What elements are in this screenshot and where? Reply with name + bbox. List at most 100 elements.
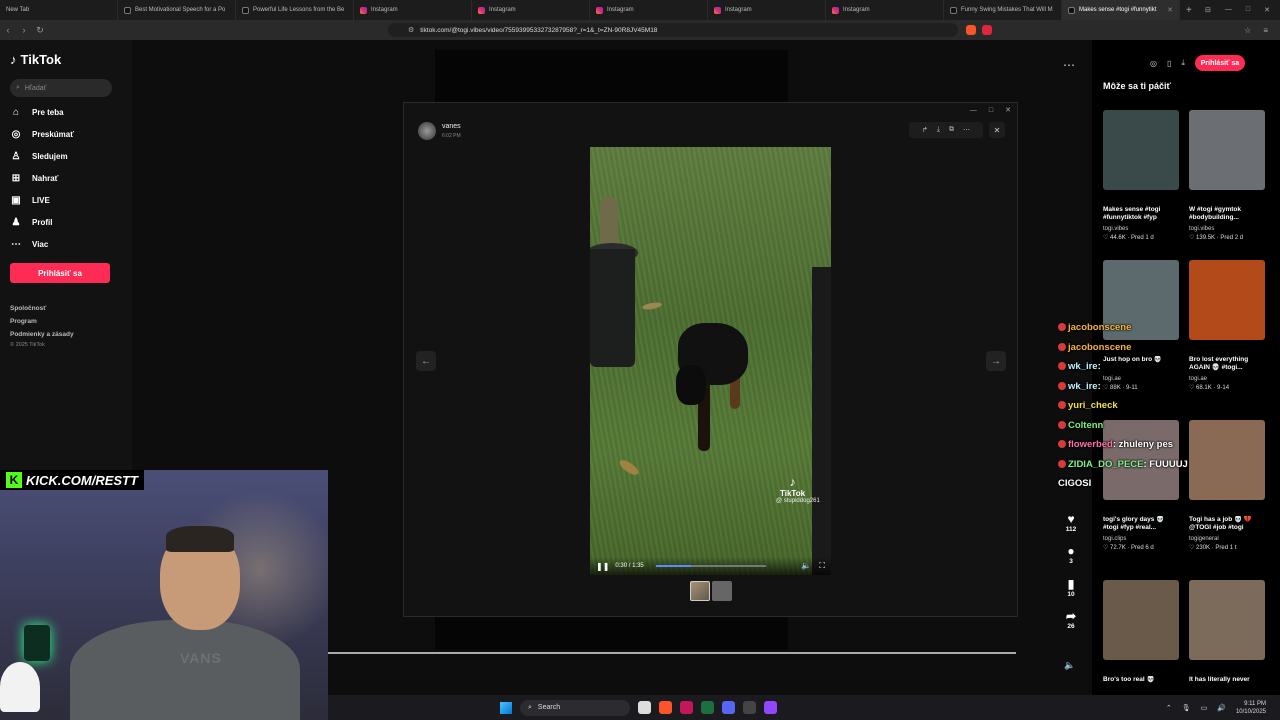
network-icon[interactable]: ▭ xyxy=(1201,704,1208,712)
top-right-actions: ◎ ▯ ⤓ Prihlásiť sa xyxy=(1150,55,1245,71)
twitch-app-icon[interactable] xyxy=(764,701,777,714)
fullscreen-icon[interactable]: ⛶ xyxy=(819,561,825,571)
like-button[interactable]: ♥ 112 xyxy=(1063,512,1079,533)
thumbnail[interactable] xyxy=(712,581,732,601)
sidebar-item-upload[interactable]: ⊞ Nahrať xyxy=(10,171,122,185)
maximize-icon[interactable]: □ xyxy=(1246,6,1250,14)
browser-tab[interactable]: New Tab xyxy=(0,0,118,20)
open-external-icon[interactable]: ⧉ xyxy=(949,126,954,134)
chat-message: jacobonscene xyxy=(1058,338,1208,358)
mic-icon[interactable]: 🎙 xyxy=(1182,704,1191,712)
video-thumbnail[interactable] xyxy=(1103,580,1179,660)
sidebar-item-live[interactable]: ▣ LIVE xyxy=(10,193,122,207)
browser-tab[interactable]: Powerful Life Lessons from the Be xyxy=(236,0,354,20)
brave-app-icon[interactable] xyxy=(659,701,672,714)
browser-tab[interactable]: Instagram xyxy=(354,0,472,20)
close-icon[interactable]: ✕ xyxy=(989,122,1005,138)
brave-shield-icon[interactable] xyxy=(966,25,976,35)
extension-icon[interactable] xyxy=(982,25,992,35)
card-author[interactable]: togigeneral xyxy=(1189,536,1265,542)
back-icon[interactable]: ‹ xyxy=(0,25,16,35)
browser-tab[interactable]: Funny Swing Mistakes That Will M xyxy=(944,0,1062,20)
header-login-button[interactable]: Prihlásiť sa xyxy=(1194,55,1245,71)
share-button[interactable]: ➦ 26 xyxy=(1063,609,1079,630)
bookmark-icon[interactable]: ☆ xyxy=(1244,26,1251,35)
download-icon[interactable]: ⤓ xyxy=(1181,58,1185,68)
taskbar-clock[interactable]: 9:11 PM 10/10/2025 xyxy=(1236,700,1266,716)
recommendation-card[interactable]: Makes sense #togi #funnytiktok #fyp togi.… xyxy=(1103,110,1179,241)
browser-tab[interactable]: Best Motivational Speech for a Po xyxy=(118,0,236,20)
tab-search-icon[interactable]: ⊟ xyxy=(1205,6,1211,14)
new-tab-icon[interactable]: + xyxy=(1180,5,1198,16)
file-app-icon[interactable] xyxy=(638,701,651,714)
pause-icon[interactable]: ❚❚ xyxy=(596,562,609,571)
volume-icon[interactable]: 🔈 xyxy=(1064,660,1075,671)
url-field[interactable]: ⚙ tiktok.com/@togi.vibes/video/755939953… xyxy=(388,23,958,37)
tab-close-icon[interactable]: ✕ xyxy=(1167,6,1173,14)
compass-icon[interactable]: ◎ xyxy=(1150,59,1157,68)
discord-app-icon[interactable] xyxy=(722,701,735,714)
footer-link[interactable]: Program xyxy=(10,318,122,325)
recommendation-card[interactable]: It has literally never xyxy=(1189,580,1265,696)
tiktok-logo[interactable]: ♪ TikTok xyxy=(10,52,122,67)
recommendation-card[interactable]: W #togi #gymtok #bodybuilding... togi.vib… xyxy=(1189,110,1265,241)
video-thumbnail[interactable] xyxy=(1103,110,1179,190)
player-progress-line[interactable] xyxy=(328,652,1016,654)
obs-app-icon[interactable] xyxy=(743,701,756,714)
more-options-icon[interactable]: ⋯ xyxy=(1063,58,1075,72)
footer-link[interactable]: Spoločnosť xyxy=(10,305,122,312)
video-thumbnail[interactable] xyxy=(1189,580,1265,660)
browser-tab[interactable]: Makes sense #togi #funnytikt ✕ xyxy=(1062,0,1180,20)
video-progress-fill xyxy=(655,565,691,567)
recommendation-card[interactable]: Bro's too real 💀 xyxy=(1103,580,1179,696)
previous-arrow-icon[interactable]: ← xyxy=(416,351,436,371)
search-input[interactable]: ⌕ Hľadať xyxy=(10,79,112,97)
browser-tab[interactable]: Instagram xyxy=(708,0,826,20)
windows-start-icon[interactable] xyxy=(500,701,512,714)
sidebar-item-following[interactable]: ♙ Sledujem xyxy=(10,149,122,163)
next-app-icon[interactable] xyxy=(680,701,693,714)
download-icon[interactable]: ⤓ xyxy=(937,126,940,134)
footer-link[interactable]: Podmienky a zásady xyxy=(10,331,122,338)
menu-icon[interactable]: ≡ xyxy=(1263,26,1268,35)
site-info-icon[interactable]: ⚙ xyxy=(408,26,414,34)
login-button[interactable]: Prihlásiť sa xyxy=(10,263,110,283)
sidebar-item-profile[interactable]: ♟ Profil xyxy=(10,215,122,229)
window-controls: ⊟ — □ ✕ xyxy=(1205,6,1280,14)
sidebar-item-home[interactable]: ⌂ Pre teba xyxy=(10,105,122,119)
phone-icon[interactable]: ▯ xyxy=(1167,59,1171,68)
watermark-handle: @ stupiddog261 xyxy=(776,498,820,504)
reload-icon[interactable]: ↻ xyxy=(32,25,48,36)
taskbar-search[interactable]: ⌕ Search xyxy=(520,699,630,716)
more-icon[interactable]: ⋯ xyxy=(963,126,970,134)
next-arrow-icon[interactable]: → xyxy=(986,351,1006,371)
card-author[interactable]: togi.vibes xyxy=(1103,226,1179,232)
excel-app-icon[interactable] xyxy=(701,701,714,714)
card-author[interactable]: togi.vibes xyxy=(1189,226,1265,232)
forward-icon[interactable]: › xyxy=(16,25,32,35)
video-thumbnail[interactable] xyxy=(1189,110,1265,190)
chevron-up-icon[interactable]: ⌃ xyxy=(1166,704,1172,712)
maximize-icon[interactable]: □ xyxy=(989,107,993,114)
thumbnail-selected[interactable] xyxy=(690,581,710,601)
save-button[interactable]: ▮ 10 xyxy=(1063,577,1079,598)
chat-username: flowerbed xyxy=(1068,439,1113,450)
search-placeholder: Hľadať xyxy=(24,84,47,92)
video-progress-bar[interactable] xyxy=(655,565,766,567)
minimize-icon[interactable]: — xyxy=(970,107,977,114)
window-close-icon[interactable]: ✕ xyxy=(1264,6,1270,14)
video-player[interactable]: ♪ TikTok @ stupiddog261 ❚❚ 0:30 / 1:35 🔈… xyxy=(590,147,831,575)
browser-tab[interactable]: Instagram xyxy=(472,0,590,20)
sidebar-item-more[interactable]: ⋯ Viac xyxy=(10,237,122,251)
browser-tab[interactable]: Instagram xyxy=(590,0,708,20)
volume-icon[interactable]: 🔈 xyxy=(801,561,811,571)
minimize-icon[interactable]: — xyxy=(1225,6,1232,14)
mic-light xyxy=(24,625,50,661)
share-icon[interactable]: ↱ xyxy=(922,126,928,134)
sidebar-item-compass[interactable]: ◎ Preskúmať xyxy=(10,127,122,141)
card-author[interactable]: togi.clips xyxy=(1103,536,1179,542)
window-close-icon[interactable]: ✕ xyxy=(1005,106,1011,114)
comment-button[interactable]: ● 3 xyxy=(1063,544,1079,565)
speaker-icon[interactable]: 🔊 xyxy=(1217,704,1226,712)
browser-tab[interactable]: Instagram xyxy=(826,0,944,20)
